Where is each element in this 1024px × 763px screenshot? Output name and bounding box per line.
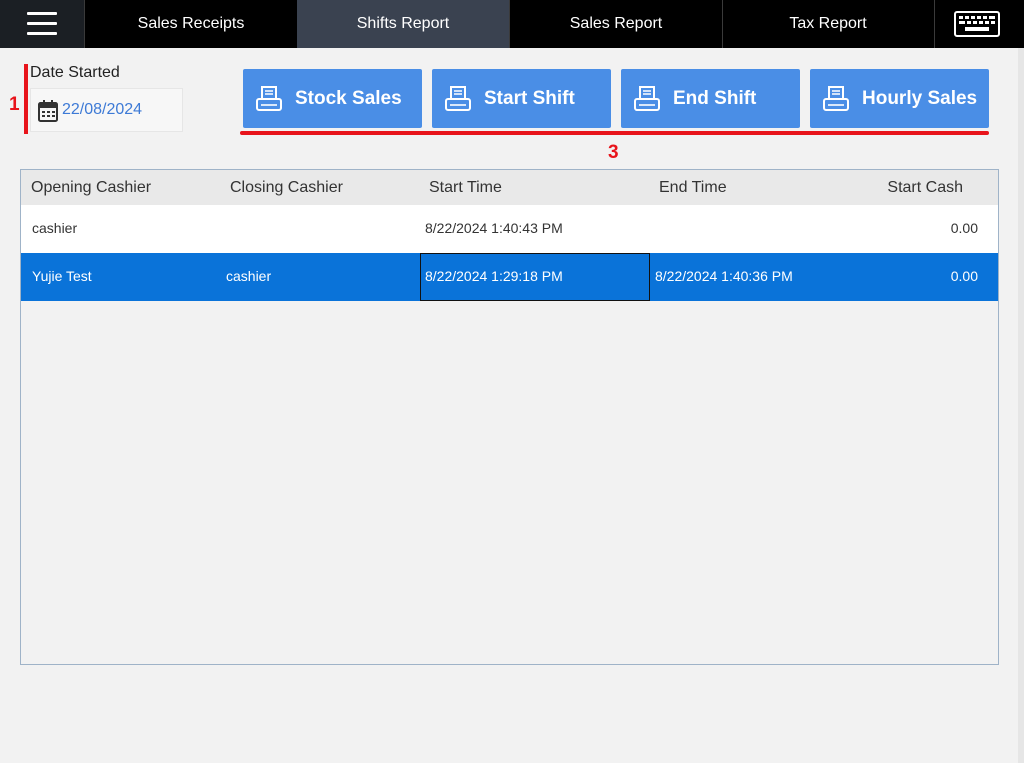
- tab-tax-report[interactable]: Tax Report: [722, 0, 934, 48]
- column-header-start-cash[interactable]: Start Cash: [887, 179, 963, 197]
- column-header-end-time[interactable]: End Time: [659, 179, 727, 197]
- receipt-printer-icon: [634, 86, 660, 111]
- start-shift-label: Start Shift: [484, 88, 575, 109]
- table-row[interactable]: cashier 8/22/2024 1:40:43 PM 0.00: [21, 205, 998, 253]
- date-picker-field[interactable]: 22/08/2024: [30, 88, 183, 132]
- date-started-label: Date Started: [30, 64, 120, 81]
- end-shift-label: End Shift: [673, 88, 757, 109]
- start-time-cell: 8/22/2024 1:29:18 PM: [425, 268, 563, 284]
- nav-divider: [722, 0, 723, 48]
- date-value: 22/08/2024: [62, 101, 143, 118]
- hourly-sales-button[interactable]: Hourly Sales: [810, 69, 989, 128]
- annotation-number-1: 1: [9, 94, 20, 115]
- shifts-table: Opening Cashier Closing Cashier Start Ti…: [20, 169, 999, 665]
- table-row-selected[interactable]: Yujie Test cashier 8/22/2024 1:29:18 PM …: [21, 253, 998, 301]
- column-header-opening-cashier[interactable]: Opening Cashier: [31, 179, 151, 197]
- closing-cashier-cell: cashier: [226, 268, 272, 284]
- opening-cashier-cell: Yujie Test: [32, 268, 92, 284]
- hourly-sales-label: Hourly Sales: [862, 88, 978, 109]
- start-cash-cell: 0.00: [950, 268, 978, 284]
- start-time-cell: 8/22/2024 1:40:43 PM: [425, 220, 563, 236]
- nav-divider: [84, 0, 85, 48]
- receipt-printer-icon: [256, 86, 282, 111]
- annotation-number-3: 3: [608, 142, 619, 163]
- calendar-icon: [38, 100, 58, 122]
- receipt-printer-icon: [445, 86, 471, 111]
- stock-sales-button[interactable]: Stock Sales: [243, 69, 422, 128]
- tab-sales-receipts[interactable]: Sales Receipts: [85, 0, 297, 48]
- hamburger-icon-bar: [27, 32, 57, 35]
- hamburger-menu-button[interactable]: [0, 0, 84, 48]
- end-time-cell: 8/22/2024 1:40:36 PM: [655, 268, 793, 284]
- start-cash-cell: 0.00: [950, 220, 978, 236]
- top-nav: Sales Receipts Shifts Report Sales Repor…: [0, 0, 1024, 48]
- column-header-closing-cashier[interactable]: Closing Cashier: [230, 179, 343, 197]
- hamburger-icon: [27, 12, 57, 15]
- keyboard-icon: [954, 11, 1000, 37]
- annotation-bar-1: [24, 64, 28, 134]
- end-shift-button[interactable]: End Shift: [621, 69, 800, 128]
- keyboard-button[interactable]: [935, 0, 1024, 48]
- nav-divider: [509, 0, 510, 48]
- tab-shifts-report[interactable]: Shifts Report: [297, 0, 509, 48]
- tab-sales-report[interactable]: Sales Report: [510, 0, 722, 48]
- annotation-underline-3: [240, 131, 989, 135]
- stock-sales-label: Stock Sales: [295, 88, 402, 109]
- hamburger-icon-bar: [27, 22, 57, 25]
- receipt-printer-icon: [823, 86, 849, 111]
- column-header-start-time[interactable]: Start Time: [429, 179, 502, 197]
- table-header: Opening Cashier Closing Cashier Start Ti…: [21, 170, 998, 205]
- window-edge: [1018, 48, 1024, 763]
- opening-cashier-cell: cashier: [32, 220, 78, 236]
- start-shift-button[interactable]: Start Shift: [432, 69, 611, 128]
